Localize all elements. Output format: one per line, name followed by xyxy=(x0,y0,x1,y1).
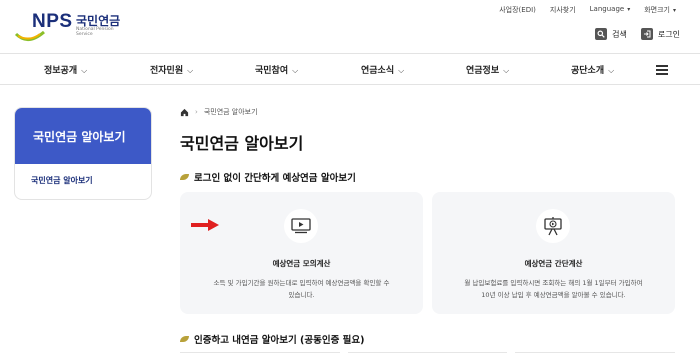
caret-down-icon: ▾ xyxy=(627,6,631,13)
card-edge xyxy=(347,352,508,356)
util-screen-size[interactable]: 화면크기 ▾ xyxy=(644,5,676,15)
card-description: 소득 및 가입기간을 원하는대로 입력하여 예상연금액을 확인할 수 있습니다. xyxy=(194,277,409,301)
chevron-down-icon: ⌵ xyxy=(608,66,615,75)
presentation-play-icon xyxy=(536,209,570,243)
auth-cards-partial xyxy=(180,352,676,356)
section-title-simple: 로그인 없이 간단하게 예상연금 알아보기 xyxy=(180,170,356,184)
nav-participation[interactable]: 국민참여 ⌵ xyxy=(255,63,298,76)
util-link-edi[interactable]: 사업장(EDI) xyxy=(499,5,536,15)
breadcrumb: › 국민연금 알아보기 xyxy=(180,107,258,117)
page-title: 국민연금 알아보기 xyxy=(180,134,304,153)
card-title: 예상연금 모의계산 xyxy=(272,259,331,268)
nav-label: 공단소개 xyxy=(571,66,605,76)
search-button[interactable]: 검색 xyxy=(595,28,627,40)
util-link-branch[interactable]: 지사찾기 xyxy=(550,5,576,15)
header-actions: 검색 로그인 xyxy=(595,28,680,40)
chevron-down-icon: ⌵ xyxy=(503,66,510,75)
breadcrumb-current[interactable]: 국민연금 알아보기 xyxy=(204,107,258,117)
nps-logo[interactable]: NPS 국민연금 National Pension Service xyxy=(14,8,124,44)
sidebar-item-pension-intro[interactable]: 국민연금 알아보기 xyxy=(31,175,93,186)
nav-pension-info[interactable]: 연금정보 ⌵ xyxy=(466,63,509,76)
nav-e-civil[interactable]: 전자민원 ⌵ xyxy=(150,63,193,76)
nav-label: 국민참여 xyxy=(255,66,289,76)
leaf-bullet-icon xyxy=(180,336,189,342)
nav-label: 정보공개 xyxy=(44,66,78,76)
util-language-label: Language xyxy=(589,5,625,13)
search-label: 검색 xyxy=(612,29,627,39)
main-nav: 정보공개 ⌵ 전자민원 ⌵ 국민참여 ⌵ 연금소식 ⌵ 연금정보 ⌵ 공단소개 ⌵ xyxy=(0,53,700,85)
card-edge xyxy=(515,352,676,356)
chevron-down-icon: ⌵ xyxy=(398,66,405,75)
caret-down-icon: ▾ xyxy=(672,7,676,14)
menu-icon[interactable] xyxy=(656,65,668,75)
leaf-bullet-icon xyxy=(180,174,189,180)
chevron-down-icon: ⌵ xyxy=(292,66,299,75)
section-title-auth: 인증하고 내연금 알아보기 (공동인증 필요) xyxy=(180,332,365,346)
util-language[interactable]: Language ▾ xyxy=(590,5,631,15)
logo-english: National Pension Service xyxy=(76,27,114,37)
card-description: 월 납입보험료를 입력하시면 조회하는 해의 1월 1일부터 가입하여 10년 … xyxy=(446,277,661,301)
section-title-text: 인증하고 내연금 알아보기 (공동인증 필요) xyxy=(194,335,365,346)
nav-pension-news[interactable]: 연금소식 ⌵ xyxy=(361,63,404,76)
card-edge xyxy=(180,352,340,356)
card-desc-line: 10년 이상 납입 후 예상연금액을 알아볼 수 있습니다. xyxy=(481,291,626,299)
utility-nav: 사업장(EDI) 지사찾기 Language ▾ 화면크기 ▾ xyxy=(499,5,676,15)
header: NPS 국민연금 National Pension Service 사업장(ED… xyxy=(0,0,700,52)
card-desc-line: 있습니다. xyxy=(288,291,315,299)
chevron-down-icon: ⌵ xyxy=(81,66,88,75)
login-icon xyxy=(640,28,653,40)
section-title-text: 로그인 없이 간단하게 예상연금 알아보기 xyxy=(194,173,356,184)
card-desc-line: 월 납입보험료를 입력하시면 조회하는 해의 1월 1일부터 가입하여 xyxy=(464,279,643,287)
nav-label: 연금소식 xyxy=(361,66,395,76)
nav-info-disclosure[interactable]: 정보공개 ⌵ xyxy=(44,63,87,76)
login-label: 로그인 xyxy=(657,29,680,39)
chevron-down-icon: ⌵ xyxy=(187,66,194,75)
sidebar-title: 국민연금 알아보기 xyxy=(15,108,151,164)
nav-label: 연금정보 xyxy=(466,66,500,76)
logo-text: NPS xyxy=(32,11,73,32)
card-mock-calculation[interactable]: 예상연금 모의계산 소득 및 가입기간을 원하는대로 입력하여 예상연금액을 확… xyxy=(180,192,423,314)
home-icon[interactable] xyxy=(180,108,189,117)
card-desc-line: 소득 및 가입기간을 원하는대로 입력하여 예상연금액을 확인할 수 xyxy=(213,279,390,287)
search-icon xyxy=(595,28,608,40)
card-title: 예상연금 간단계산 xyxy=(524,259,583,268)
red-arrow-pointer-icon xyxy=(191,219,219,231)
login-button[interactable]: 로그인 xyxy=(640,28,680,40)
card-simple-calculation[interactable]: 예상연금 간단계산 월 납입보험료를 입력하시면 조회하는 해의 1월 1일부터… xyxy=(432,192,675,314)
monitor-play-icon xyxy=(284,209,318,243)
chevron-right-icon: › xyxy=(195,108,198,116)
util-screen-size-label: 화면크기 xyxy=(644,6,670,14)
nav-label: 전자민원 xyxy=(150,66,184,76)
nav-about[interactable]: 공단소개 ⌵ xyxy=(571,63,614,76)
sidebar: 국민연금 알아보기 국민연금 알아보기 xyxy=(14,107,152,200)
